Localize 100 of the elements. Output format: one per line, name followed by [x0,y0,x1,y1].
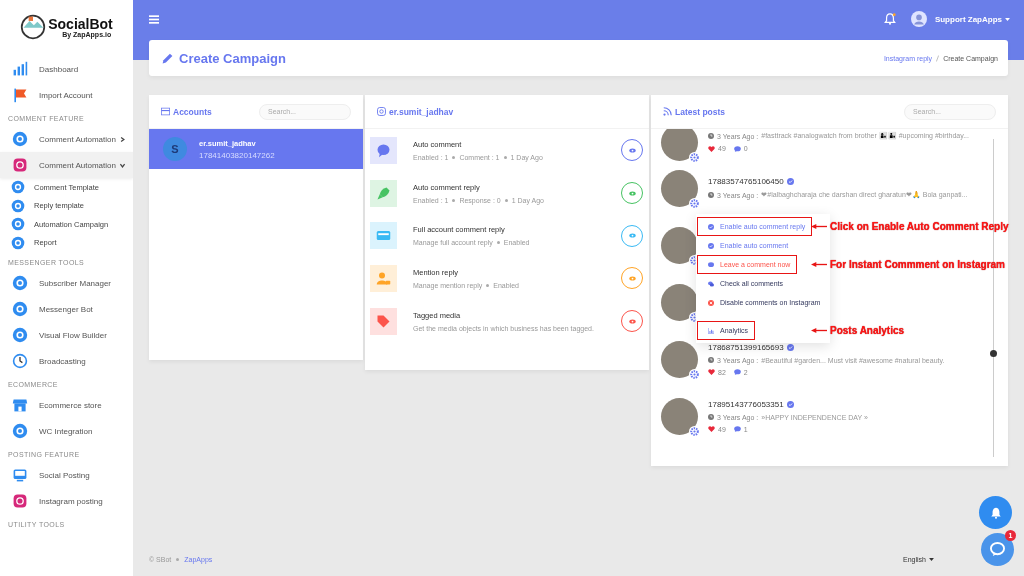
clock-icon [708,192,714,198]
callout-label: Posts Analytics [830,325,905,336]
monitor-icon [12,467,28,483]
callout-arrow [811,261,827,268]
breadcrumb-separator [936,54,940,62]
photo-placeholder [661,283,698,321]
caret-icon [929,557,934,561]
verified-icon [786,400,794,408]
photo-placeholder [661,169,698,207]
sidebar-item[interactable]: Import Account [0,82,133,108]
view-button[interactable] [621,139,643,162]
eye-icon [628,147,636,153]
nav-label: Social Posting [39,470,90,480]
nav-label: Subscriber Manager [39,278,112,288]
sidebar-item[interactable]: Dashboard [0,56,133,82]
nav-label: Broadcasting [39,356,86,366]
sidebar-item[interactable]: Ecommerce store [0,392,133,418]
scrollbar[interactable] [993,139,994,457]
nav-label: Dashboard [39,64,79,74]
separator-dot [176,557,180,561]
clock-icon [708,133,714,139]
heart-icon [708,426,715,432]
nav-label: Messenger Bot [39,304,93,314]
menu-icon[interactable] [149,14,159,24]
nav-label: Instagram posting [39,496,103,506]
sidebar-item[interactable]: Comment Automation [0,152,133,178]
comment-icon [733,145,741,152]
sidebar-item[interactable]: WC Integration [0,418,133,444]
comment-icon [733,426,741,432]
callout-label: Click on Enable Auto Comment Reply [830,221,1009,232]
post-id: 17868751399165693 [708,342,784,352]
panel-title: Accounts [161,106,212,117]
close-circle-icon [708,299,714,306]
caret-icon [1005,17,1010,21]
camera-icon [12,157,28,173]
separator-dot [503,155,507,159]
callout-arrow [811,327,827,334]
user-tag-icon [376,270,391,286]
card-icon [161,107,170,116]
bar-chart-icon [12,61,28,77]
eye-icon [628,275,636,281]
separator-dot [486,283,490,287]
nav-label: WC Integration [39,426,93,436]
sidebar-item[interactable]: Comment Automation [0,126,133,152]
nav-label: Visual Flow Builder [39,330,107,340]
camera-icon [12,493,28,509]
chat-bubbles-icon [708,280,714,287]
sidebar-item[interactable]: Broadcasting [0,348,133,374]
post-id: 17895143776053351 [708,399,784,409]
clock-icon [708,414,714,420]
panel-title: er.sumit_jadhav [377,106,454,117]
clock-icon [12,353,28,369]
rss-icon [663,107,672,116]
bell-icon[interactable] [883,13,896,25]
camera-icon [377,107,386,116]
view-button[interactable] [621,224,643,247]
post-id: 17883574765106450 [708,177,784,186]
photo-placeholder [661,340,698,378]
initial-avatar: S [163,137,187,161]
separator-dot [504,198,508,202]
comment-icon [733,369,741,375]
avatar-icon[interactable] [910,11,927,27]
view-button[interactable] [621,310,643,333]
check-circle-icon [708,223,714,230]
user-menu[interactable]: Support ZapApps [934,14,1010,24]
photo-placeholder [661,397,698,435]
separator-dot [452,155,456,159]
verified-icon [786,178,794,185]
sidebar-item[interactable]: Subscriber Manager [0,270,133,296]
sidebar-item[interactable]: Instagram posting [0,488,133,514]
eye-icon [628,233,636,239]
callout-arrow [811,223,827,230]
view-button[interactable] [621,267,643,290]
nav-label: Comment Automation [39,160,116,170]
sidebar-item[interactable]: Messenger Bot [0,296,133,322]
bar-chart-icon [708,327,714,334]
heart-icon [708,369,715,375]
tag-icon [376,313,391,329]
separator-dot [496,241,500,245]
photo-placeholder [661,129,698,161]
nav-label: Ecommerce store [39,400,102,410]
clock-icon [708,357,714,363]
flag-icon [12,87,28,103]
sidebar-item[interactable]: Social Posting [0,462,133,488]
page-title: Create Campaign [179,50,286,66]
brand-name: SocialBot [48,16,113,31]
sidebar-item[interactable]: Visual Flow Builder [0,322,133,348]
check-circle-icon [708,242,714,249]
store-icon [12,397,28,413]
nav-label: Import Account [39,90,93,100]
nav-label: Comment Automation [39,134,116,144]
eye-icon [628,190,636,196]
eye-icon [628,318,636,324]
account-id: 17841403820147262 [199,150,275,160]
heart-icon [708,145,715,152]
separator-dot [452,198,456,202]
view-button[interactable] [621,182,643,205]
callout-label: For Instant Commment on Instagram [830,259,1005,270]
photo-placeholder [661,226,698,264]
panel-title: Latest posts [663,106,726,117]
